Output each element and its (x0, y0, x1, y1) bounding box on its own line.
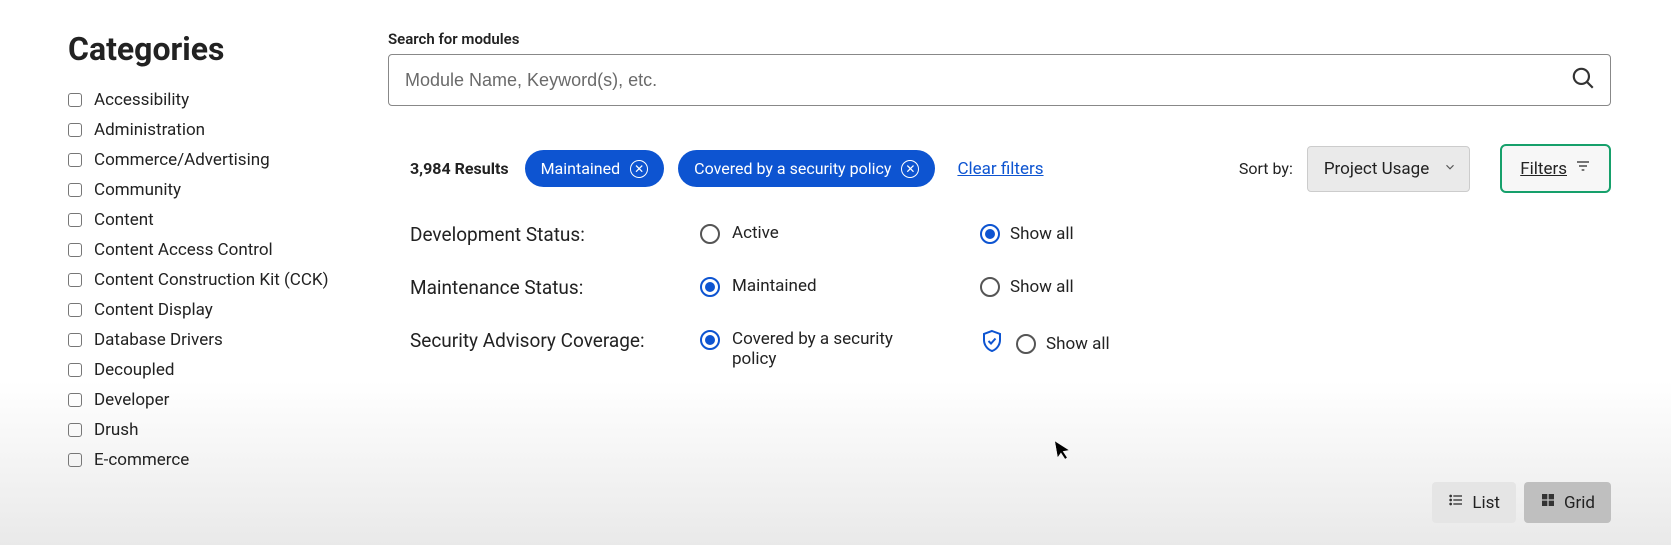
category-label: Accessibility (94, 90, 189, 110)
radio-security-showall[interactable] (1016, 334, 1036, 354)
search-input[interactable] (389, 55, 1610, 105)
close-icon[interactable]: ✕ (630, 160, 648, 178)
filter-chip-maintained[interactable]: Maintained ✕ (525, 150, 665, 187)
controls-row: 3,984 Results Maintained ✕ Covered by a … (388, 144, 1611, 193)
checkbox-icon[interactable] (68, 453, 82, 467)
checkbox-icon[interactable] (68, 213, 82, 227)
filter-label: Security Advisory Coverage: (410, 329, 700, 352)
category-item[interactable]: Drush (68, 420, 358, 440)
radio-maint-showall[interactable] (980, 277, 1000, 297)
sort-select[interactable]: Project Usage (1307, 146, 1470, 192)
view-grid-label: Grid (1564, 493, 1595, 513)
checkbox-icon[interactable] (68, 153, 82, 167)
category-item[interactable]: Content Access Control (68, 240, 358, 260)
categories-sidebar: Categories Accessibility Administration … (68, 30, 358, 470)
category-item[interactable]: Database Drivers (68, 330, 358, 350)
checkbox-icon[interactable] (68, 273, 82, 287)
category-item[interactable]: Accessibility (68, 90, 358, 110)
checkbox-icon[interactable] (68, 123, 82, 137)
radio-label: Show all (1046, 334, 1110, 354)
chip-label: Maintained (541, 159, 621, 178)
category-label: Decoupled (94, 360, 174, 380)
radio-dev-active[interactable] (700, 224, 720, 244)
filters-button[interactable]: Filters (1500, 144, 1611, 193)
filter-label: Development Status: (410, 223, 700, 246)
radio-label: Active (732, 223, 779, 243)
category-item[interactable]: Commerce/Advertising (68, 150, 358, 170)
category-item[interactable]: Content (68, 210, 358, 230)
filter-label: Maintenance Status: (410, 276, 700, 299)
grid-icon (1540, 492, 1556, 513)
list-icon (1448, 492, 1464, 513)
clear-filters-link[interactable]: Clear filters (957, 159, 1043, 179)
category-label: Content Display (94, 300, 213, 320)
sort-by-label: Sort by: (1239, 159, 1293, 178)
category-label: Community (94, 180, 181, 200)
categories-title: Categories (68, 30, 358, 68)
filters-button-label: Filters (1520, 159, 1567, 179)
view-list-button[interactable]: List (1432, 482, 1516, 523)
search-field-wrap (388, 54, 1611, 106)
categories-list: Accessibility Administration Commerce/Ad… (68, 90, 358, 470)
category-label: Commerce/Advertising (94, 150, 270, 170)
category-label: Developer (94, 390, 169, 410)
category-item[interactable]: Administration (68, 120, 358, 140)
radio-maint-maintained[interactable] (700, 277, 720, 297)
filter-row-security: Security Advisory Coverage: Covered by a… (410, 329, 1611, 369)
filter-row-maintenance: Maintenance Status: Maintained Show all (410, 276, 1611, 299)
main-content: Search for modules 3,984 Results Maintai… (388, 30, 1611, 470)
checkbox-icon[interactable] (68, 393, 82, 407)
category-item[interactable]: Community (68, 180, 358, 200)
checkbox-icon[interactable] (68, 423, 82, 437)
chevron-down-icon (1443, 159, 1457, 179)
checkbox-icon[interactable] (68, 333, 82, 347)
checkbox-icon[interactable] (68, 183, 82, 197)
category-label: Administration (94, 120, 205, 140)
chip-label: Covered by a security policy (694, 159, 891, 178)
filter-icon (1575, 158, 1591, 179)
sort-selected: Project Usage (1324, 159, 1429, 179)
category-label: Content (94, 210, 154, 230)
shield-check-icon (980, 329, 1004, 358)
category-label: E-commerce (94, 450, 189, 470)
radio-dev-showall[interactable] (980, 224, 1000, 244)
search-icon[interactable] (1570, 65, 1596, 95)
close-icon[interactable]: ✕ (901, 160, 919, 178)
category-label: Database Drivers (94, 330, 223, 350)
search-label: Search for modules (388, 30, 1611, 48)
filter-expanded-panel: Development Status: Active Show all Main… (388, 223, 1611, 369)
category-item[interactable]: E-commerce (68, 450, 358, 470)
checkbox-icon[interactable] (68, 303, 82, 317)
category-item[interactable]: Developer (68, 390, 358, 410)
category-item[interactable]: Decoupled (68, 360, 358, 380)
filter-row-dev-status: Development Status: Active Show all (410, 223, 1611, 246)
category-label: Drush (94, 420, 138, 440)
radio-security-covered[interactable] (700, 330, 720, 350)
checkbox-icon[interactable] (68, 93, 82, 107)
view-list-label: List (1472, 493, 1500, 513)
radio-label: Covered by a security policy (732, 329, 912, 369)
category-item[interactable]: Content Construction Kit (CCK) (68, 270, 358, 290)
results-count: 3,984 Results (410, 159, 509, 178)
category-item[interactable]: Content Display (68, 300, 358, 320)
radio-label: Show all (1010, 224, 1074, 244)
filter-chip-security[interactable]: Covered by a security policy ✕ (678, 150, 935, 187)
category-label: Content Construction Kit (CCK) (94, 270, 329, 290)
radio-label: Maintained (732, 276, 817, 296)
checkbox-icon[interactable] (68, 243, 82, 257)
category-label: Content Access Control (94, 240, 273, 260)
checkbox-icon[interactable] (68, 363, 82, 377)
view-toggle: List Grid (1432, 482, 1611, 523)
view-grid-button[interactable]: Grid (1524, 482, 1611, 523)
radio-label: Show all (1010, 277, 1074, 297)
